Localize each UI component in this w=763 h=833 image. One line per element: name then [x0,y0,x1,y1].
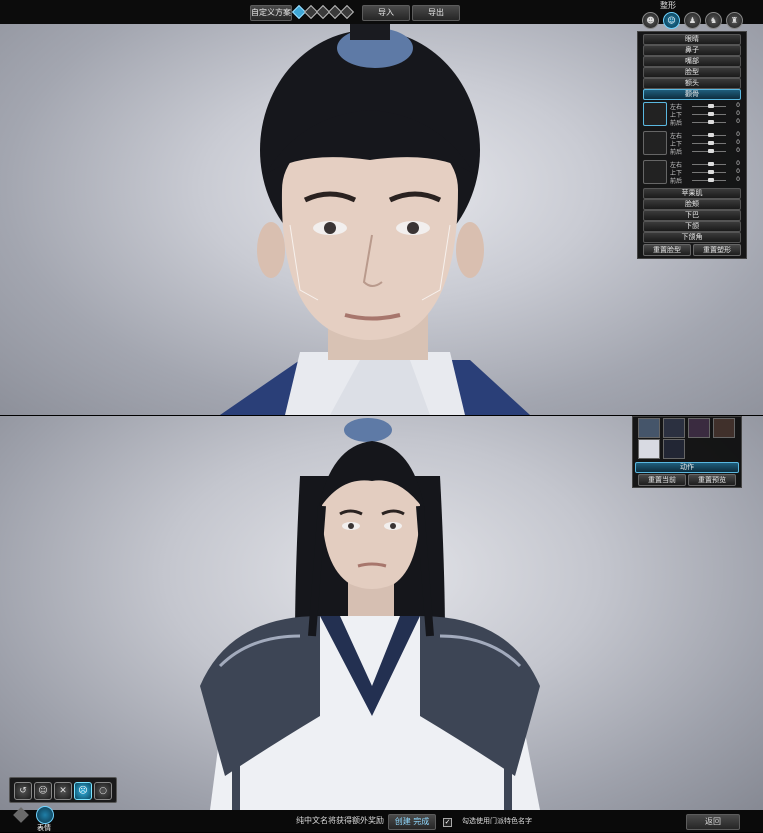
section-mouth[interactable]: 嘴部 [643,56,741,67]
action-tab[interactable]: 动作 [635,462,739,473]
reset-face-button[interactable]: 重置脸型 [643,244,691,256]
back-button[interactable]: 返回 [686,814,740,830]
bone-icon[interactable] [643,131,667,155]
slider-ud[interactable]: 上下 0 [670,168,740,177]
pose-preview-panel: 动作 重置当前 重置预览 [632,416,742,488]
face-icon[interactable]: ☺ [663,12,680,29]
character-viewport[interactable]: 动作 重置当前 重置预览 [0,416,763,810]
reset-shape-button[interactable]: 重置塑形 [693,244,741,256]
slider-fb[interactable]: 前后 0 [670,118,740,127]
axis-icon[interactable] [643,102,667,126]
section-face-shape[interactable]: 脸型 [643,67,741,78]
section-jaw-angle[interactable]: 下颌角 [643,232,741,243]
pose-thumb-6[interactable] [663,439,685,459]
pose-thumb-4[interactable] [713,418,735,438]
sect-name-checkbox-label: 勾选使用门派特色名字 [462,817,532,825]
scale-icon[interactable] [643,160,667,184]
costume-icon[interactable]: ♜ [726,12,743,29]
slider-lr[interactable]: 左右 0 [670,160,740,169]
smile-icon[interactable]: ☺ [34,782,52,800]
surprise-icon[interactable]: ○ [94,782,112,800]
create-done-button[interactable]: 创建 完成 [388,814,436,830]
body-icon[interactable]: ♟ [684,12,701,29]
head-icon[interactable]: ☻ [642,12,659,29]
sad-icon[interactable]: ☹ [74,782,92,800]
sect-name-checkbox[interactable]: ✓ [443,818,452,827]
slider-group-2: 左右 0 上下 0 前后 0 [643,130,740,157]
expression-panel: ↺ ☺ ✕ ☹ ○ [9,777,117,803]
face-closeup-viewport[interactable]: 自定义方案 导入 导出 整形 ☻ ☺ ♟ ♞ ♜ 眼睛 鼻子 嘴部 脸型 额头 … [0,0,763,415]
category-title: 整形 [660,1,676,10]
slider-ud[interactable]: 上下 0 [670,139,740,148]
preset-dropdown[interactable]: 自定义方案 [250,5,292,21]
slider-fb[interactable]: 前后 0 [670,176,740,185]
section-eyes[interactable]: 眼睛 [643,34,741,45]
face-shape-panel: 眼睛 鼻子 嘴部 脸型 额头 颧骨 左右 0 上下 0 前后 0 左右 0 上下 0 前后… [637,31,747,259]
reset-current-button[interactable]: 重置当前 [638,474,686,486]
section-apple-cheek[interactable]: 苹果肌 [643,188,741,199]
slider-lr[interactable]: 左右 0 [670,131,740,140]
reset-preview-button[interactable]: 重置预览 [688,474,736,486]
angry-icon[interactable]: ✕ [54,782,72,800]
pose-thumb-2[interactable] [663,418,685,438]
pose-thumb-1[interactable] [638,418,660,438]
slider-group-1: 左右 0 上下 0 前后 0 [643,101,740,128]
section-forehead[interactable]: 额头 [643,78,741,89]
section-nose[interactable]: 鼻子 [643,45,741,56]
expression-tab-icon[interactable] [36,806,54,824]
slider-group-3: 左右 0 上下 0 前后 0 [643,159,740,186]
slider-ud[interactable]: 上下 0 [670,110,740,119]
section-cheekbone[interactable]: 颧骨 [643,89,741,100]
rotate-icon[interactable]: ↺ [14,782,32,800]
slider-fb[interactable]: 前后 0 [670,147,740,156]
bottom-toolbar: 表情 纯中文名将获得额外奖励 创建 完成 ✓ 勾选使用门派特色名字 返回 [0,806,763,832]
preset-5-icon[interactable] [339,4,355,20]
section-chin[interactable]: 下巴 [643,210,741,221]
section-jaw[interactable]: 下颌 [643,221,741,232]
name-reward-notice: 纯中文名将获得额外奖励 [296,816,384,825]
cube-icon[interactable] [13,807,29,823]
pose-thumb-3[interactable] [688,418,710,438]
import-button[interactable]: 导入 [362,5,410,21]
section-cheek[interactable]: 脸颊 [643,199,741,210]
hair-icon[interactable]: ♞ [705,12,722,29]
slider-lr[interactable]: 左右 0 [670,102,740,111]
pose-thumb-5[interactable] [638,439,660,459]
export-button[interactable]: 导出 [412,5,460,21]
